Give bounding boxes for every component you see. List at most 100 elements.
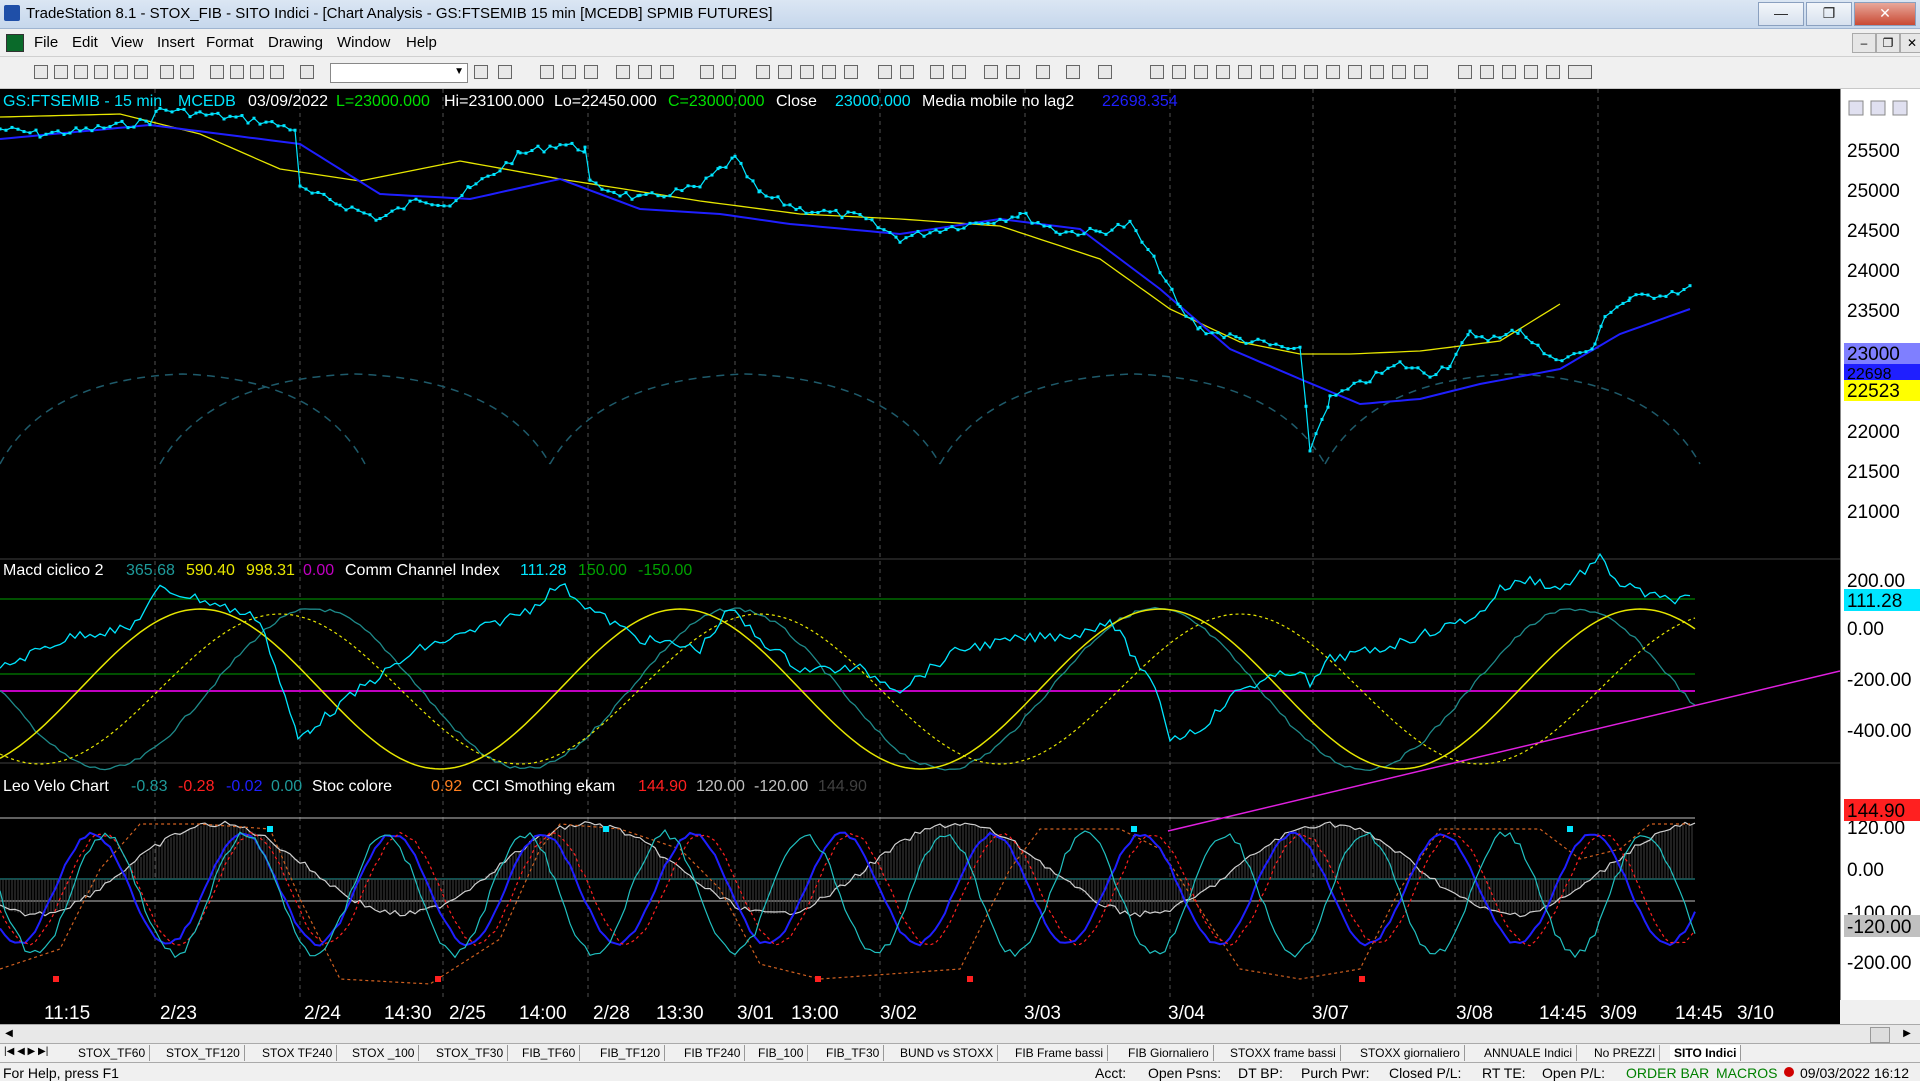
channel-icon[interactable]	[1238, 65, 1252, 79]
minimize-button[interactable]: —	[1758, 2, 1804, 26]
menu-help[interactable]: Help	[406, 34, 437, 51]
menu-insert[interactable]: Insert	[157, 34, 195, 51]
bar-chart-icon[interactable]	[540, 65, 554, 79]
maximize-button[interactable]: ❐	[1806, 2, 1852, 26]
gann-fan-icon[interactable]	[1282, 65, 1296, 79]
grid-icon[interactable]	[584, 65, 598, 79]
macros-toggle[interactable]: MACROS	[1716, 1065, 1777, 1081]
pointer-icon[interactable]	[984, 65, 998, 79]
symbol-combo[interactable]: ▼	[330, 63, 468, 83]
menu-format[interactable]: Format	[206, 34, 254, 51]
copy-icon[interactable]	[230, 65, 244, 79]
horizontal-scrollbar[interactable]: ◀ ▶	[0, 1024, 1920, 1044]
arrow-down-icon[interactable]	[1480, 65, 1494, 79]
mdi-restore-button[interactable]: ❐	[1876, 33, 1900, 53]
tab[interactable]: FIB_TF120	[596, 1045, 666, 1061]
order-bar-toggle[interactable]: ORDER BAR	[1626, 1065, 1709, 1081]
price-axis[interactable]: 25500 25000 24500 24000 23500 23000 2269…	[1840, 89, 1920, 1000]
ma-blue-line[interactable]	[0, 123, 1691, 406]
chart-window-icon[interactable]	[6, 34, 24, 52]
open-workspace-icon[interactable]	[74, 65, 88, 79]
format-icon[interactable]	[1066, 65, 1080, 79]
fibonacci-icon[interactable]	[1216, 65, 1230, 79]
line-chart-icon[interactable]	[562, 65, 576, 79]
bars-right-icon[interactable]	[900, 65, 914, 79]
zoom-in-icon[interactable]	[930, 65, 944, 79]
scroll-right-icon[interactable]: ▶	[1900, 1027, 1914, 1041]
chart-analysis-icon[interactable]	[800, 65, 814, 79]
tab[interactable]: FIB Frame bassi	[1011, 1045, 1109, 1061]
pitchfork-icon[interactable]	[1392, 65, 1406, 79]
ma-yellow-line[interactable]	[0, 113, 1561, 355]
lock-icon[interactable]	[250, 65, 264, 79]
tab[interactable]: STOX_TF120	[162, 1045, 245, 1061]
horizontal-line-icon[interactable]	[1194, 65, 1208, 79]
save-icon[interactable]	[134, 65, 148, 79]
new-icon[interactable]	[34, 65, 48, 79]
print-icon[interactable]	[180, 65, 194, 79]
menu-file[interactable]: File	[34, 34, 58, 51]
axis-restore-icon[interactable]	[1870, 100, 1886, 116]
speed-lines-icon[interactable]	[1260, 65, 1274, 79]
cut-icon[interactable]	[210, 65, 224, 79]
globe-icon[interactable]	[300, 65, 314, 79]
text-abc-icon[interactable]	[1568, 65, 1592, 79]
scroll-left-icon[interactable]: ◀	[2, 1027, 16, 1041]
tab-nav-icon[interactable]: |◀ ◀ ▶ ▶|	[4, 1046, 48, 1057]
tab[interactable]: FIB TF240	[680, 1045, 746, 1061]
zoom-out-icon[interactable]	[952, 65, 966, 79]
tab[interactable]: STOXX giornaliero	[1356, 1045, 1465, 1061]
regression-icon[interactable]	[1348, 65, 1362, 79]
price-line[interactable]	[0, 107, 1691, 452]
andrews-icon[interactable]	[1304, 65, 1318, 79]
bars-left-icon[interactable]	[878, 65, 892, 79]
arrow-up-icon[interactable]	[1502, 65, 1516, 79]
rectangle-icon[interactable]	[1546, 65, 1560, 79]
tab[interactable]: FIB Giornaliero	[1124, 1045, 1214, 1061]
new-workspace-icon[interactable]	[94, 65, 108, 79]
close-button[interactable]: ✕	[1854, 2, 1916, 26]
trendline-icon[interactable]	[1150, 65, 1164, 79]
window-icon[interactable]	[722, 65, 736, 79]
cycle-icon[interactable]	[1370, 65, 1384, 79]
matrix-icon[interactable]	[756, 65, 770, 79]
tab[interactable]: STOX_TF30	[432, 1045, 509, 1061]
tab[interactable]: BUND vs STOXX	[896, 1045, 999, 1061]
cci-line[interactable]	[0, 552, 1691, 743]
time-axis[interactable]: 11:15 2/23 2/24 14:30 2/25 14:00 2/28 13…	[0, 1000, 1840, 1024]
indicator-icon[interactable]	[616, 65, 630, 79]
axis-min-icon[interactable]	[1848, 100, 1864, 116]
scanner-icon[interactable]	[822, 65, 836, 79]
tab-active[interactable]: SITO Indici	[1670, 1045, 1742, 1061]
arrows-icon[interactable]	[1326, 65, 1340, 79]
zoom-icon[interactable]	[700, 65, 714, 79]
vertical-line-icon[interactable]	[1172, 65, 1186, 79]
tab[interactable]: STOX_TF60	[74, 1045, 151, 1061]
tab[interactable]: ANNUALE Indici	[1480, 1045, 1578, 1061]
tab[interactable]: No PREZZI	[1590, 1045, 1661, 1061]
chart-icon[interactable]	[270, 65, 284, 79]
trendline[interactable]	[1167, 670, 1841, 832]
close-workspace-icon[interactable]	[114, 65, 128, 79]
axis-close-icon[interactable]	[1892, 100, 1908, 116]
play-icon[interactable]	[474, 65, 488, 79]
menu-edit[interactable]: Edit	[72, 34, 98, 51]
menu-drawing[interactable]: Drawing	[268, 34, 323, 51]
tools-icon[interactable]	[1036, 65, 1050, 79]
menu-window[interactable]: Window	[337, 34, 390, 51]
arc-icon[interactable]	[1458, 65, 1472, 79]
tab[interactable]: STOX _100	[348, 1045, 420, 1061]
drawing-icon[interactable]	[1098, 65, 1112, 79]
tab[interactable]: FIB_100	[754, 1045, 809, 1061]
data-window-icon[interactable]	[1006, 65, 1020, 79]
chart-area[interactable]: GS:FTSEMIB - 15 min MCEDB 03/09/2022 L=2…	[0, 89, 1841, 1000]
save-all-icon[interactable]	[160, 65, 174, 79]
open-icon[interactable]	[54, 65, 68, 79]
ellipse-icon[interactable]	[1524, 65, 1538, 79]
mdi-minimize-button[interactable]: –	[1852, 33, 1876, 53]
pen-icon[interactable]	[1414, 65, 1428, 79]
tab[interactable]: FIB_TF30	[822, 1045, 885, 1061]
tab[interactable]: STOXX frame bassi	[1226, 1045, 1341, 1061]
menu-view[interactable]: View	[111, 34, 143, 51]
refresh-icon[interactable]	[660, 65, 674, 79]
